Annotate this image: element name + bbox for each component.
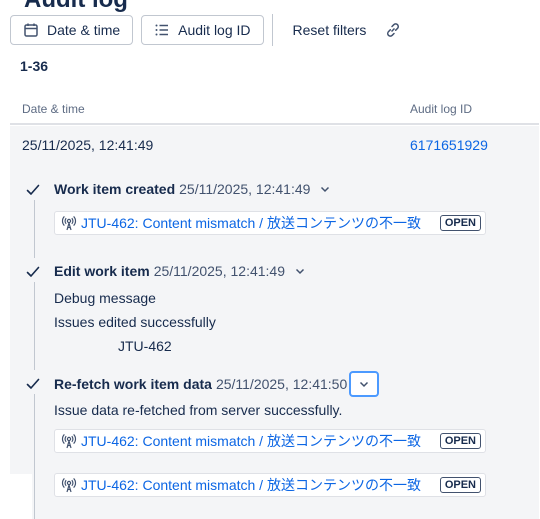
chevron-down-icon <box>360 381 369 388</box>
broadcast-icon <box>61 477 77 493</box>
event-title: Work item created <box>54 181 176 197</box>
row-date: 25/11/2025, 12:41:49 <box>22 137 154 153</box>
row-edge <box>10 474 32 519</box>
expand-event-button[interactable] <box>291 262 309 280</box>
issue-card[interactable]: JTU-462: Content mismatch / 放送コンテンツの不一致 … <box>54 211 486 235</box>
event-message: Issue data re-fetched from server succes… <box>54 402 343 418</box>
column-header-audit-id[interactable]: Audit log ID <box>410 102 472 116</box>
status-lozenge: OPEN <box>439 477 481 493</box>
row-audit-id-link[interactable]: 6171651929 <box>410 137 488 153</box>
event-message: Issues edited successfully <box>54 314 216 330</box>
column-header-date[interactable]: Date & time <box>22 102 85 116</box>
issue-link[interactable]: JTU-462: Content mismatch / 放送コンテンツの不一致 <box>81 475 436 495</box>
event-time: 25/11/2025, 12:41:49 <box>153 263 285 279</box>
list-icon <box>155 24 169 36</box>
event-message-issue-key: JTU-462 <box>118 338 172 354</box>
issue-card[interactable]: JTU-462: Content mismatch / 放送コンテンツの不一致 … <box>54 473 486 497</box>
event-work-item-created: Work item created 25/11/2025, 12:41:49 <box>54 180 334 198</box>
expand-event-button[interactable] <box>349 371 380 397</box>
audit-log-id-filter-label: Audit log ID <box>178 22 251 38</box>
date-time-filter-label: Date & time <box>47 22 121 38</box>
status-lozenge: OPEN <box>439 433 481 449</box>
pagination-range: 1-36 <box>20 58 49 74</box>
toolbar-divider <box>271 14 273 46</box>
event-refetch-work-item: Re-fetch work item data 25/11/2025, 12:4… <box>54 371 380 397</box>
timeline-connector <box>34 282 35 370</box>
chevron-down-icon <box>321 186 330 193</box>
expand-event-button[interactable] <box>316 180 334 198</box>
event-title: Edit work item <box>54 263 150 279</box>
issue-link[interactable]: JTU-462: Content mismatch / 放送コンテンツの不一致 <box>81 431 436 451</box>
status-lozenge: OPEN <box>439 215 481 231</box>
issue-card[interactable]: JTU-462: Content mismatch / 放送コンテンツの不一致 … <box>54 429 486 453</box>
page-title: Audit log <box>24 0 128 14</box>
issue-link[interactable]: JTU-462: Content mismatch / 放送コンテンツの不一致 <box>81 213 436 233</box>
link-icon <box>387 23 400 37</box>
event-time: 25/11/2025, 12:41:50 <box>215 376 348 392</box>
filter-toolbar: Date & time Audit log ID Reset filters <box>10 14 408 46</box>
broadcast-icon <box>61 215 77 231</box>
event-message: Debug message <box>54 290 156 306</box>
reset-filters-button[interactable]: Reset filters <box>281 15 379 45</box>
date-time-filter-button[interactable]: Date & time <box>10 15 134 45</box>
check-icon <box>26 378 40 389</box>
chevron-down-icon <box>295 268 305 275</box>
timeline-connector <box>34 200 35 258</box>
check-icon <box>26 266 40 277</box>
event-title: Re-fetch work item data <box>54 376 212 392</box>
check-icon <box>26 184 40 195</box>
event-edit-work-item: Edit work item 25/11/2025, 12:41:49 <box>54 262 309 280</box>
timeline-connector <box>34 394 35 519</box>
broadcast-icon <box>61 433 77 449</box>
calendar-icon <box>24 23 38 37</box>
copy-link-button[interactable] <box>378 15 408 45</box>
event-time: 25/11/2025, 12:41:49 <box>179 181 311 197</box>
audit-log-id-filter-button[interactable]: Audit log ID <box>141 15 264 45</box>
table-header: Date & time Audit log ID <box>10 94 539 125</box>
